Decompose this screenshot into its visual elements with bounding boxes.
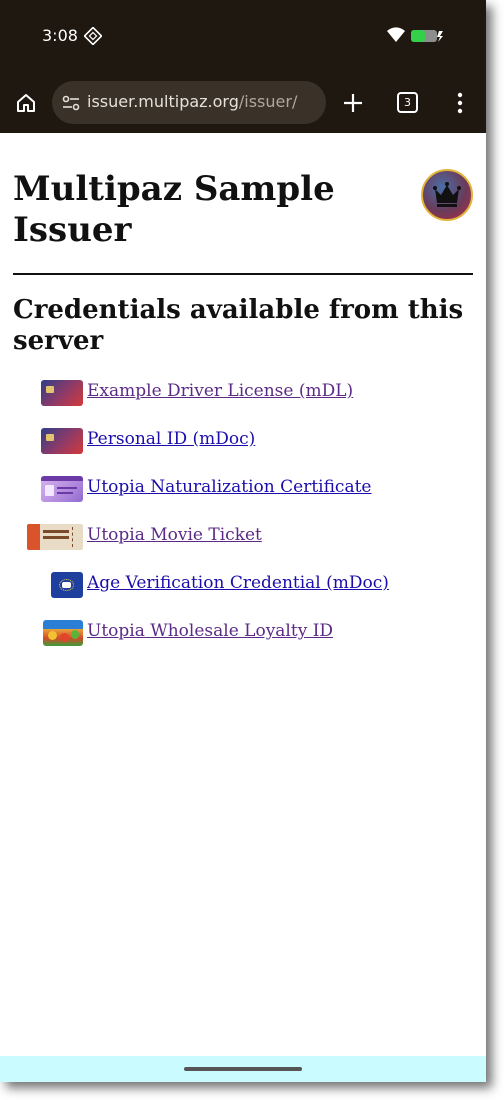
credential-link[interactable]: Utopia Wholesale Loyalty ID: [87, 621, 333, 641]
list-item: Utopia Naturalization Certificate: [0, 473, 486, 503]
more-menu-icon[interactable]: [450, 92, 470, 114]
card-icon: [41, 380, 83, 406]
url-text[interactable]: issuer.multipaz.org/issuer/: [87, 92, 297, 111]
battery-icon: [411, 30, 443, 42]
credential-link[interactable]: Utopia Movie Ticket: [87, 525, 262, 545]
site-settings-icon[interactable]: [62, 95, 80, 111]
ticket-icon: [27, 524, 83, 550]
section-heading: Credentials available from this server: [13, 295, 464, 356]
list-item: Age Verification Credential (mDoc): [0, 569, 486, 599]
age-card-icon: [51, 572, 83, 598]
list-item: Utopia Movie Ticket: [0, 521, 486, 551]
credential-link[interactable]: Age Verification Credential (mDoc): [87, 573, 389, 593]
credential-link[interactable]: Utopia Naturalization Certificate: [87, 477, 371, 497]
list-item: Example Driver License (mDL): [0, 377, 486, 407]
url-host: issuer.multipaz.org: [87, 92, 239, 111]
multipaz-logo: [421, 169, 473, 221]
list-item: Personal ID (mDoc): [0, 425, 486, 455]
address-bar[interactable]: issuer.multipaz.org/issuer/: [52, 81, 326, 124]
crown-logo-icon: [433, 182, 461, 207]
browser-toolbar: issuer.multipaz.org/issuer/ 3: [0, 70, 486, 133]
system-nav-bar: [0, 1056, 486, 1082]
wifi-icon: [387, 27, 405, 42]
credential-link[interactable]: Example Driver License (mDL): [87, 381, 353, 401]
list-item: Utopia Wholesale Loyalty ID: [0, 617, 486, 647]
gesture-handle[interactable]: [184, 1067, 302, 1071]
url-path: /issuer/: [238, 92, 298, 111]
phone-screen: 3:08 issuer.multipaz.org/issuer/ 3 Multi…: [0, 0, 486, 1082]
credential-link[interactable]: Personal ID (mDoc): [87, 429, 255, 449]
card-icon: [41, 428, 83, 454]
tab-switcher-button[interactable]: 3: [397, 92, 418, 113]
title-divider: [13, 273, 473, 275]
produce-icon: [43, 620, 83, 646]
certificate-icon: [41, 476, 83, 502]
notification-icon: [84, 27, 102, 45]
page-title: Multipaz Sample Issuer: [13, 169, 335, 250]
home-icon[interactable]: [14, 91, 38, 115]
status-bar: 3:08: [0, 0, 486, 70]
status-time: 3:08: [42, 26, 78, 45]
new-tab-icon[interactable]: [342, 92, 364, 114]
